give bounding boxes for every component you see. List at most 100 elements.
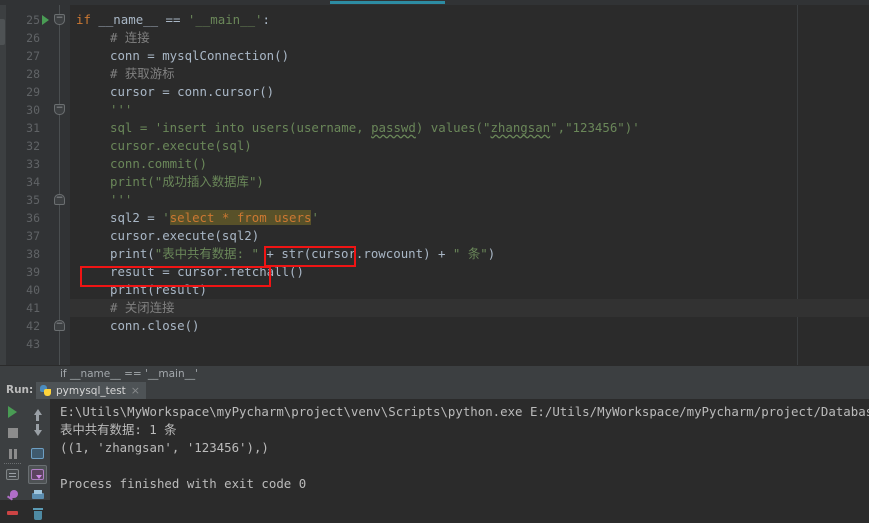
line-number: 39 xyxy=(26,265,40,279)
code-token: ''' xyxy=(110,102,133,117)
code-token: sql = 'insert into users(username, xyxy=(110,120,372,135)
run-window-label: Run: xyxy=(6,384,34,396)
stop-button[interactable] xyxy=(3,423,22,442)
code-line[interactable]: # 获取游标 xyxy=(110,65,174,83)
console-line: Process finished with exit code 0 xyxy=(60,476,307,491)
code-token: ","123456")' xyxy=(550,120,640,135)
code-line[interactable]: # 连接 xyxy=(110,29,150,47)
editor-gutter[interactable]: 25 − 26 27 28 29 30 − 31 32 33 34 35 − 36 37 38 39 40 41 42 −… xyxy=(6,5,70,365)
code-line[interactable]: ''' xyxy=(110,101,132,119)
code-token: print( xyxy=(110,246,155,261)
arrow-up-icon xyxy=(33,408,42,421)
run-toolbar-primary xyxy=(0,399,25,515)
stop-icon xyxy=(7,427,18,438)
code-line[interactable]: print(result) xyxy=(110,281,207,299)
code-token: "表中共有数据: " xyxy=(154,246,259,261)
line-number: 29 xyxy=(26,85,40,99)
python-file-icon xyxy=(40,385,51,396)
code-token: __name__ xyxy=(98,12,159,27)
scroll-to-end-button[interactable] xyxy=(28,465,47,484)
code-line[interactable]: conn.close() xyxy=(110,317,200,335)
code-token: conn.commit() xyxy=(110,156,207,171)
code-token: '__main__' xyxy=(187,12,263,27)
code-token: cursor = conn.cursor() xyxy=(110,84,275,99)
code-token: if xyxy=(76,12,99,27)
trash-icon xyxy=(32,507,43,520)
code-line[interactable]: sql2 = 'select * from users' xyxy=(110,209,319,227)
code-line[interactable]: cursor.execute(sql2) xyxy=(110,227,259,245)
fold-toggle-icon[interactable]: − xyxy=(54,320,65,331)
code-line[interactable]: if __name__ == '__main__': xyxy=(76,11,270,29)
console-output[interactable]: E:\Utils\MyWorkspace\myPycharm\project\v… xyxy=(50,399,869,500)
line-number: 43 xyxy=(26,337,40,351)
code-line[interactable]: sql = 'insert into users(username, passw… xyxy=(110,119,640,137)
rerun-button[interactable] xyxy=(3,402,22,421)
code-line[interactable]: print("表中共有数据: " + str(cursor.rowcount) … xyxy=(110,245,495,263)
fold-toggle-icon[interactable]: − xyxy=(54,14,65,25)
play-icon xyxy=(8,405,17,418)
code-line[interactable]: # 关闭连接 xyxy=(110,299,174,317)
run-line-button[interactable] xyxy=(42,15,49,25)
code-line[interactable]: ''' xyxy=(110,191,132,209)
breadcrumb-bar[interactable]: if __name__ == '__main__' xyxy=(0,365,869,383)
console-view-button[interactable] xyxy=(3,465,22,484)
code-token: zhangsan xyxy=(490,120,551,135)
code-token: ) values(" xyxy=(415,120,491,135)
soft-wrap-button[interactable] xyxy=(28,444,47,463)
code-line[interactable]: conn = mysqlConnection() xyxy=(110,47,289,65)
code-token: ''' xyxy=(110,192,133,207)
line-number: 42 xyxy=(26,319,40,333)
code-line[interactable]: cursor.execute(sql) xyxy=(110,137,252,155)
scrollbar-thumb[interactable] xyxy=(330,1,445,4)
run-tool-window: Run: pymysql_test × E:\Utils\MyWorkspace… xyxy=(0,382,869,520)
code-editor[interactable]: 25 − 26 27 28 29 30 − 31 32 33 34 35 − 36 37 38 39 40 41 42 −… xyxy=(0,5,869,365)
breakpoint-button[interactable] xyxy=(3,503,22,522)
line-number: 25 xyxy=(26,13,40,27)
run-tab-pymysql-test[interactable]: pymysql_test × xyxy=(36,382,147,399)
print-icon xyxy=(31,490,44,501)
run-tab-bar: Run: pymysql_test × xyxy=(0,382,869,400)
code-token: " 条" xyxy=(452,246,488,261)
up-stack-trace-button[interactable] xyxy=(28,402,47,421)
line-number: 26 xyxy=(26,31,40,45)
clear-all-button[interactable] xyxy=(28,504,47,523)
marker-tab xyxy=(0,19,5,45)
print-button[interactable] xyxy=(28,486,47,505)
code-token: cursor.execute(sql2) xyxy=(110,228,260,243)
line-number: 40 xyxy=(26,283,40,297)
pause-icon xyxy=(8,448,18,459)
red-bar-icon xyxy=(7,510,18,515)
down-stack-trace-button[interactable] xyxy=(28,423,47,442)
code-token: conn = mysqlConnection() xyxy=(110,48,290,63)
fold-rail xyxy=(59,5,60,365)
code-text-area[interactable]: if __name__ == '__main__': # 连接 conn = mys… xyxy=(70,5,869,365)
code-token: : xyxy=(262,12,270,27)
close-icon[interactable]: × xyxy=(131,385,140,396)
console-line: E:\Utils\MyWorkspace\myPycharm\project\v… xyxy=(60,404,869,419)
fold-toggle-icon[interactable]: − xyxy=(54,194,65,205)
line-number: 41 xyxy=(26,301,40,315)
code-token: # 获取游标 xyxy=(110,66,175,81)
breadcrumb[interactable]: if __name__ == '__main__' xyxy=(60,366,198,383)
soft-wrap-icon xyxy=(31,448,44,459)
code-line[interactable]: cursor = conn.cursor() xyxy=(110,83,274,101)
line-number: 27 xyxy=(26,49,40,63)
pause-button[interactable] xyxy=(3,444,22,463)
console-icon xyxy=(6,469,19,480)
line-number: 28 xyxy=(26,67,40,81)
code-line[interactable]: result = cursor.fetchall() xyxy=(110,263,304,281)
code-token: users xyxy=(274,210,312,225)
code-line[interactable]: print("成功插入数据库") xyxy=(110,173,264,191)
line-number: 34 xyxy=(26,175,40,189)
code-line[interactable]: conn.commit() xyxy=(110,155,207,173)
code-token: ' xyxy=(162,210,170,225)
fold-toggle-icon[interactable]: − xyxy=(54,104,65,115)
console-line: 表中共有数据: 1 条 xyxy=(60,422,177,437)
line-number: 37 xyxy=(26,229,40,243)
line-number: 31 xyxy=(26,121,40,135)
code-token: sql2 = xyxy=(110,210,163,225)
code-token: # 关闭连接 xyxy=(110,300,175,315)
pycharm-window: 25 − 26 27 28 29 30 − 31 32 33 34 35 − 36 37 38 39 40 41 42 −… xyxy=(0,0,869,520)
code-token: ) xyxy=(487,246,496,261)
caret-line-highlight xyxy=(70,299,869,317)
